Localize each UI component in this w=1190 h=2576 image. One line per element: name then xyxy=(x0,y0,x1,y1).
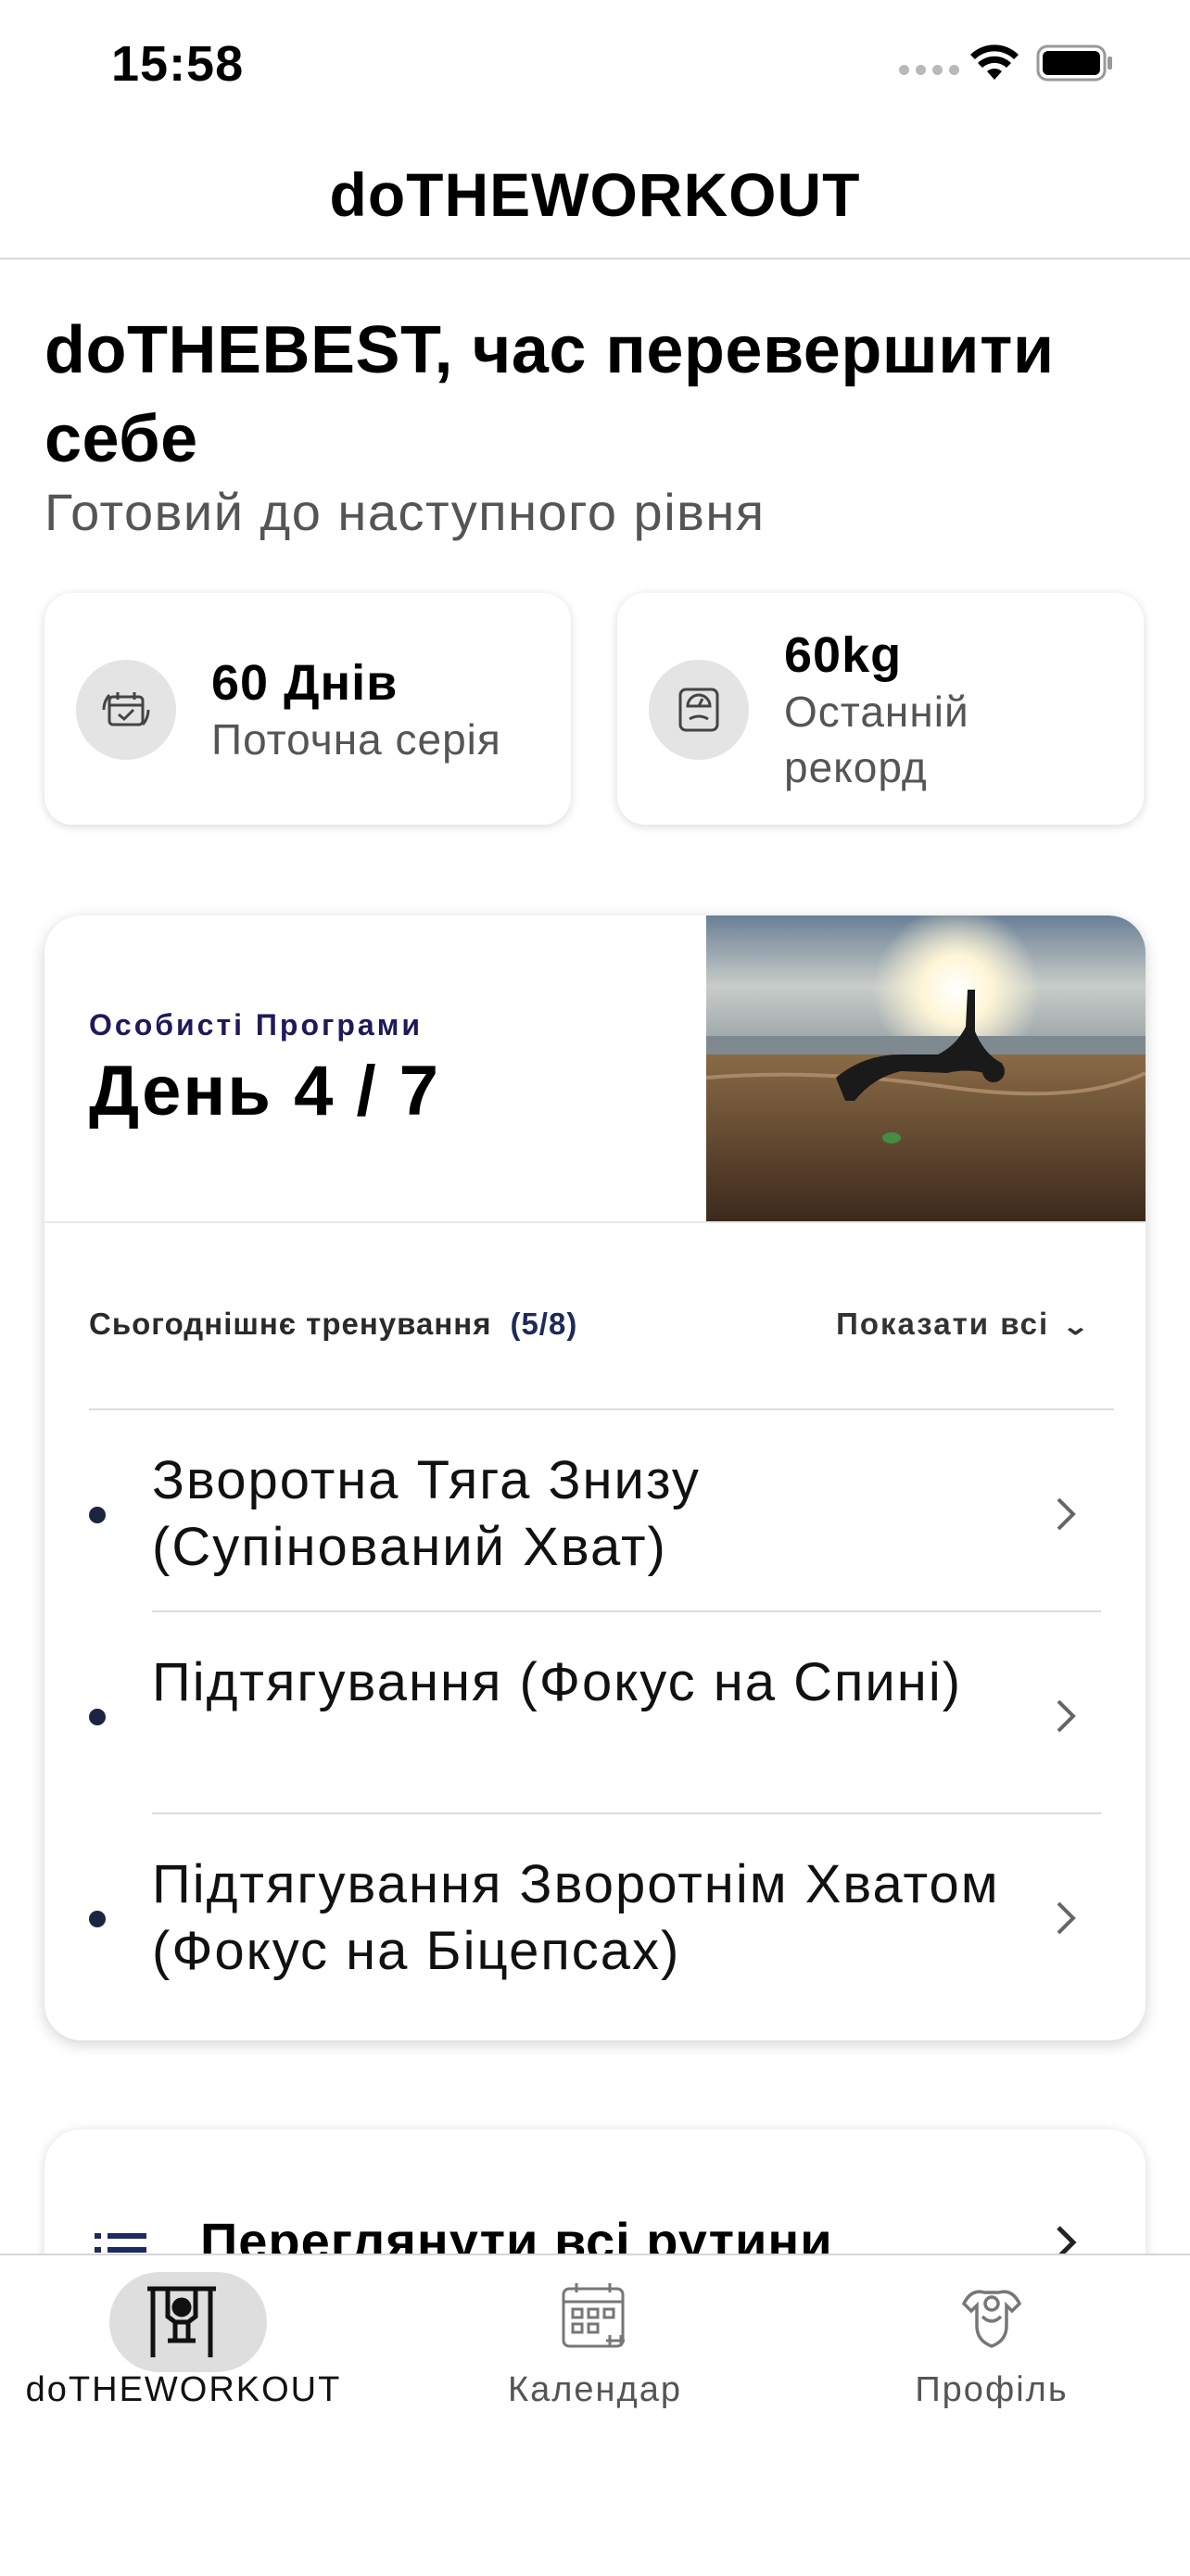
streak-card[interactable]: 60 Днів Поточна серія xyxy=(44,593,571,825)
battery-icon xyxy=(1036,44,1112,82)
exercise-item[interactable]: Підтягування (Фокус на Спині) xyxy=(44,1612,1146,1814)
tab-profile[interactable]: Профіль xyxy=(793,2255,1190,2441)
tab-profile-label: Профіль xyxy=(915,2370,1069,2409)
streak-value: 60 Днів xyxy=(211,655,399,711)
tab-calendar-label: Календар xyxy=(507,2370,682,2409)
program-card: Особисті Програми День 4 / 7 Сьогоднішнє… xyxy=(44,915,1146,2040)
record-card[interactable]: 60kg Останній рекорд xyxy=(617,593,1144,825)
app-header: doTHEWORKOUT xyxy=(0,139,1190,259)
exercise-item[interactable]: Зворотна Тяга Знизу (Супінований Хват) xyxy=(44,1410,1146,1612)
cellular-signal-icon xyxy=(899,65,959,75)
exercise-name: Підтягування Зворотнім Хватом (Фокус на … xyxy=(152,1854,1000,1981)
program-header[interactable]: Особисті Програми День 4 / 7 xyxy=(44,915,1146,1223)
greeting-subtitle: Готовий до наступного рівня xyxy=(44,483,766,541)
today-workout-count: (5/8) xyxy=(510,1307,578,1341)
calendar-icon xyxy=(397,2279,793,2357)
today-workout-title: Сьогоднішнє тренування xyxy=(89,1307,492,1341)
chevron-right-icon xyxy=(1057,1497,1076,1531)
wifi-icon xyxy=(970,44,1019,80)
chevron-right-icon xyxy=(1057,1901,1076,1935)
streak-label: Поточна серія xyxy=(211,715,501,764)
show-all-label: Показати всі xyxy=(836,1307,1050,1341)
exercise-item[interactable]: Підтягування Зворотнім Хватом (Фокус на … xyxy=(44,1814,1146,2016)
scale-icon xyxy=(649,660,749,760)
app-title: doTHEWORKOUT xyxy=(329,160,861,229)
record-value: 60kg xyxy=(784,627,903,683)
tab-calendar[interactable]: Календар xyxy=(397,2255,793,2441)
program-day: День 4 / 7 xyxy=(89,1052,440,1130)
bullet-icon xyxy=(89,1507,106,1523)
chevron-right-icon xyxy=(1057,1699,1076,1733)
pullup-bar-icon xyxy=(0,2279,397,2363)
exercise-name: Зворотна Тяга Знизу (Супінований Хват) xyxy=(152,1450,701,1577)
greeting-title: doTHEBEST, час перевершити себе xyxy=(44,313,1055,476)
exercise-name: Підтягування (Фокус на Спині) xyxy=(152,1652,963,1712)
status-bar: 15:58 xyxy=(0,0,1190,130)
program-photo xyxy=(706,915,1146,1221)
show-all-button[interactable]: Показати всі ⌄ xyxy=(836,1307,1090,1342)
bullet-icon xyxy=(89,1709,106,1725)
tab-workout-label: doTHEWORKOUT xyxy=(25,2370,342,2409)
profile-icon xyxy=(793,2279,1190,2357)
calendar-check-icon xyxy=(76,660,176,760)
record-label: Останній рекорд xyxy=(784,688,969,791)
tab-workout[interactable]: doTHEWORKOUT xyxy=(0,2255,397,2441)
program-label: Особисті Програми xyxy=(89,1008,424,1042)
chevron-down-icon: ⌄ xyxy=(1061,1312,1093,1340)
bullet-icon xyxy=(89,1911,106,1927)
tab-bar: doTHEWORKOUT Календар Профіль xyxy=(0,2254,1190,2576)
today-workout-label: Сьогоднішнє тренування (5/8) xyxy=(89,1307,577,1342)
status-time: 15:58 xyxy=(111,36,245,92)
